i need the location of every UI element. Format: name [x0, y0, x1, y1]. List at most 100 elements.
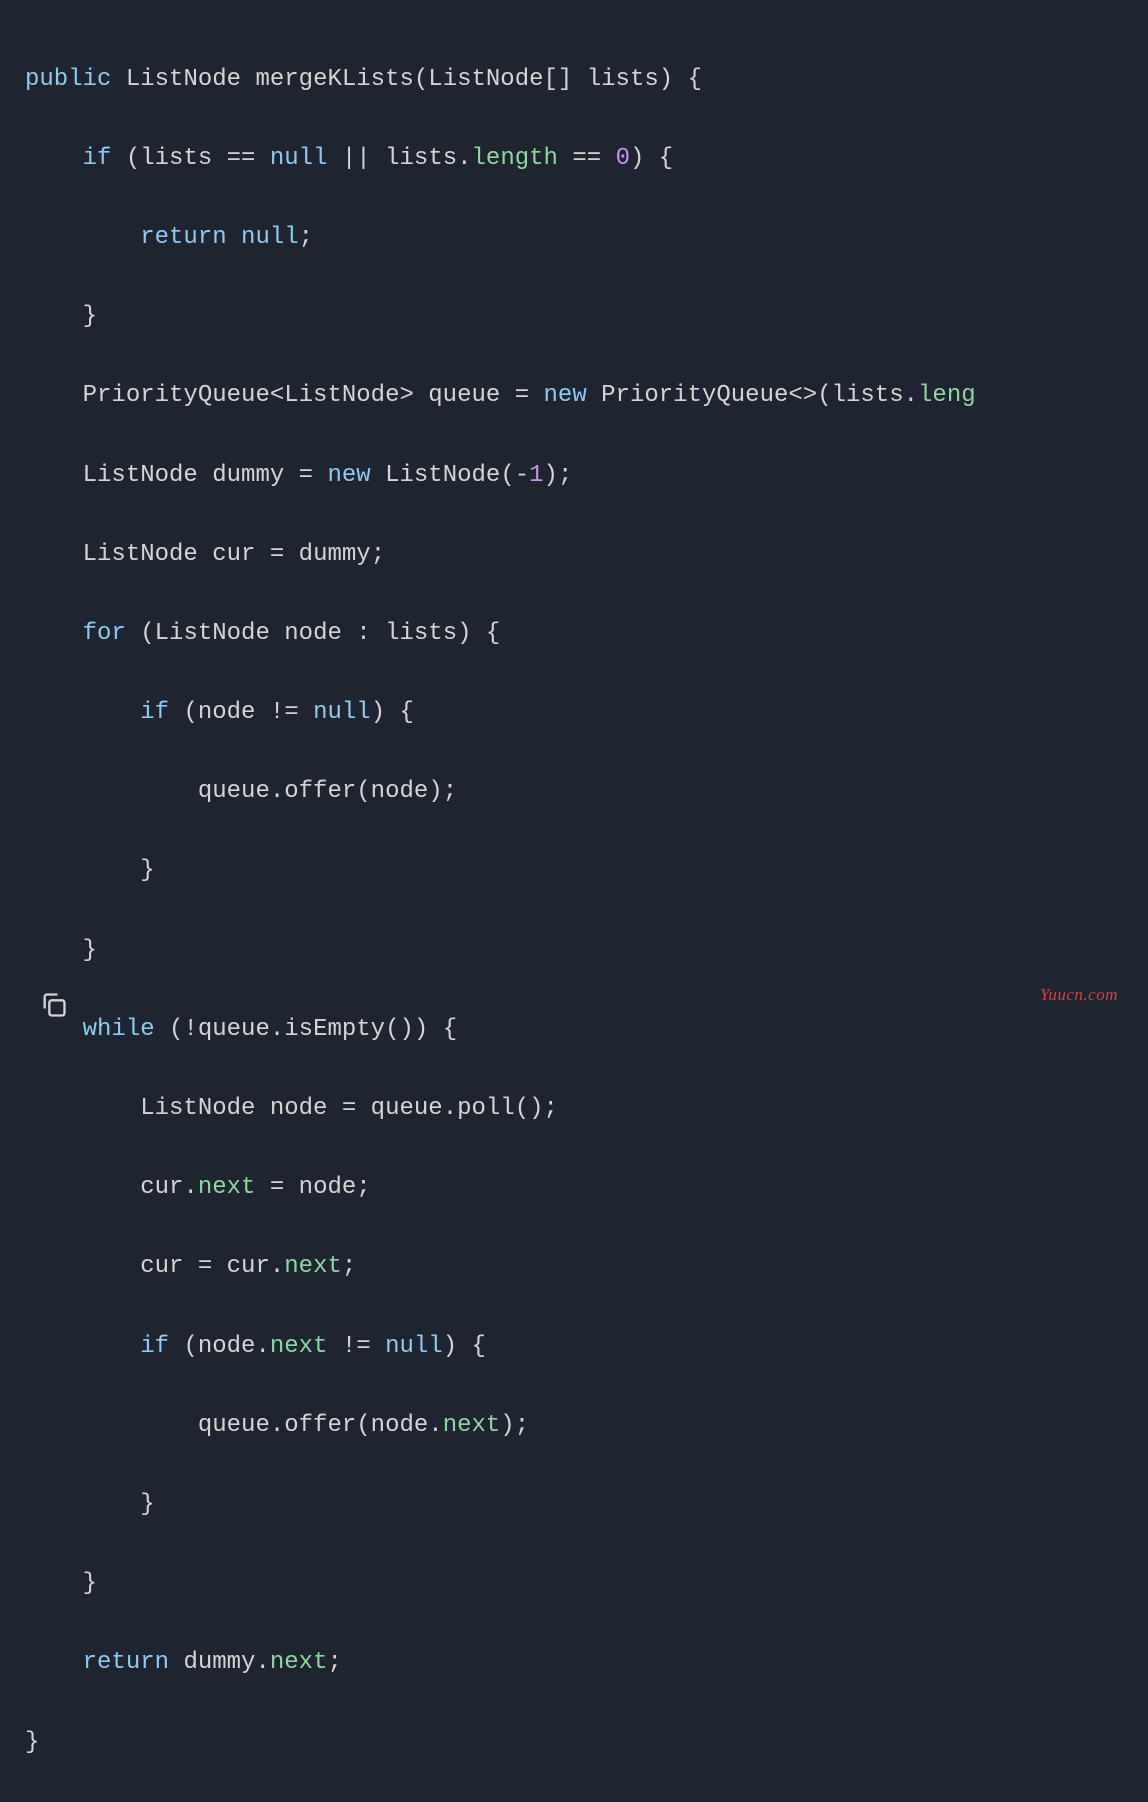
- code-line: if (node != null) {: [25, 693, 1123, 733]
- colon: :: [356, 620, 370, 647]
- paren: (: [140, 620, 154, 647]
- var: dummy: [183, 1649, 255, 1676]
- brace: }: [25, 1729, 39, 1756]
- dot: .: [270, 1253, 284, 1280]
- paren: (: [500, 462, 514, 489]
- code-line: }: [25, 1485, 1123, 1525]
- op: =: [342, 1095, 356, 1122]
- code-line: for (ListNode node : lists) {: [25, 614, 1123, 654]
- code-block: public ListNode mergeKLists(ListNode[] l…: [25, 20, 1123, 1802]
- code-line: }: [25, 931, 1123, 971]
- dot: .: [255, 1333, 269, 1360]
- prop: leng: [918, 382, 976, 409]
- var: dummy: [212, 462, 284, 489]
- gt: >: [399, 382, 413, 409]
- keyword-return: return: [140, 224, 226, 251]
- var: queue: [371, 1095, 443, 1122]
- dot: .: [270, 1016, 284, 1043]
- brace: }: [140, 1491, 154, 1518]
- var: cur: [212, 541, 255, 568]
- code-line: cur = cur.next;: [25, 1247, 1123, 1287]
- op: =: [299, 462, 313, 489]
- method: offer: [284, 1412, 356, 1439]
- var: queue: [198, 1412, 270, 1439]
- var: dummy: [299, 541, 371, 568]
- prop: length: [472, 145, 558, 172]
- number: 1: [529, 462, 543, 489]
- type: ListNode: [83, 541, 198, 568]
- keyword-public: public: [25, 66, 111, 93]
- var: cur: [140, 1174, 183, 1201]
- parens: (): [515, 1095, 544, 1122]
- brace: {: [659, 145, 673, 172]
- dot: .: [270, 778, 284, 805]
- code-line: }: [25, 1723, 1123, 1763]
- semi: ;: [558, 462, 572, 489]
- brace: {: [400, 699, 414, 726]
- op: !=: [270, 699, 299, 726]
- dot: .: [183, 1174, 197, 1201]
- dot: .: [457, 145, 471, 172]
- var: cur: [140, 1253, 183, 1280]
- type: PriorityQueue: [601, 382, 788, 409]
- method: isEmpty: [284, 1016, 385, 1043]
- op: ==: [227, 145, 256, 172]
- copy-icon[interactable]: [40, 991, 68, 1019]
- code-line: queue.offer(node.next);: [25, 1406, 1123, 1446]
- op: =: [270, 541, 284, 568]
- paren: (: [356, 1412, 370, 1439]
- code-line: ListNode cur = dummy;: [25, 535, 1123, 575]
- semi: ;: [327, 1649, 341, 1676]
- keyword-null: null: [385, 1333, 443, 1360]
- method: offer: [284, 778, 356, 805]
- code-line: }: [25, 297, 1123, 337]
- op: -: [515, 462, 529, 489]
- paren: (: [356, 778, 370, 805]
- keyword-if: if: [140, 1333, 169, 1360]
- code-line: if (node.next != null) {: [25, 1327, 1123, 1367]
- watermark: Yuucn.com: [1040, 981, 1118, 1009]
- method-name: mergeKLists: [255, 66, 413, 93]
- op: !=: [342, 1333, 371, 1360]
- var: lists: [385, 145, 457, 172]
- var: node: [198, 1333, 256, 1360]
- op: =: [198, 1253, 212, 1280]
- brace: }: [83, 303, 97, 330]
- arg: node: [371, 778, 429, 805]
- keyword-null: null: [241, 224, 299, 251]
- keyword-if: if: [140, 699, 169, 726]
- paren: (: [169, 1016, 183, 1043]
- code-line: }: [25, 1564, 1123, 1604]
- brackets: []: [544, 66, 573, 93]
- var: node: [284, 620, 342, 647]
- prop: next: [270, 1333, 328, 1360]
- paren: ): [428, 778, 442, 805]
- brace: {: [472, 1333, 486, 1360]
- var: queue: [198, 778, 270, 805]
- code-line: if (lists == null || lists.length == 0) …: [25, 139, 1123, 179]
- keyword-new: new: [544, 382, 587, 409]
- var: lists: [832, 382, 904, 409]
- paren: ): [414, 1016, 428, 1043]
- code-line: ListNode dummy = new ListNode(-1);: [25, 456, 1123, 496]
- diamond: <>: [788, 382, 817, 409]
- brace: {: [443, 1016, 457, 1043]
- parens: (): [385, 1016, 414, 1043]
- paren: (: [183, 699, 197, 726]
- prop: next: [443, 1412, 501, 1439]
- paren: ): [544, 462, 558, 489]
- type: PriorityQueue: [83, 382, 270, 409]
- dot: .: [428, 1412, 442, 1439]
- prop: next: [284, 1253, 342, 1280]
- type: ListNode: [155, 620, 270, 647]
- var: node: [270, 1095, 328, 1122]
- keyword-for: for: [83, 620, 126, 647]
- brace: {: [688, 66, 702, 93]
- semi: ;: [299, 224, 313, 251]
- var: lists: [140, 145, 212, 172]
- paren: ): [371, 699, 385, 726]
- dot: .: [904, 382, 918, 409]
- param: lists: [587, 66, 659, 93]
- code-line: queue.offer(node);: [25, 772, 1123, 812]
- dot: .: [255, 1649, 269, 1676]
